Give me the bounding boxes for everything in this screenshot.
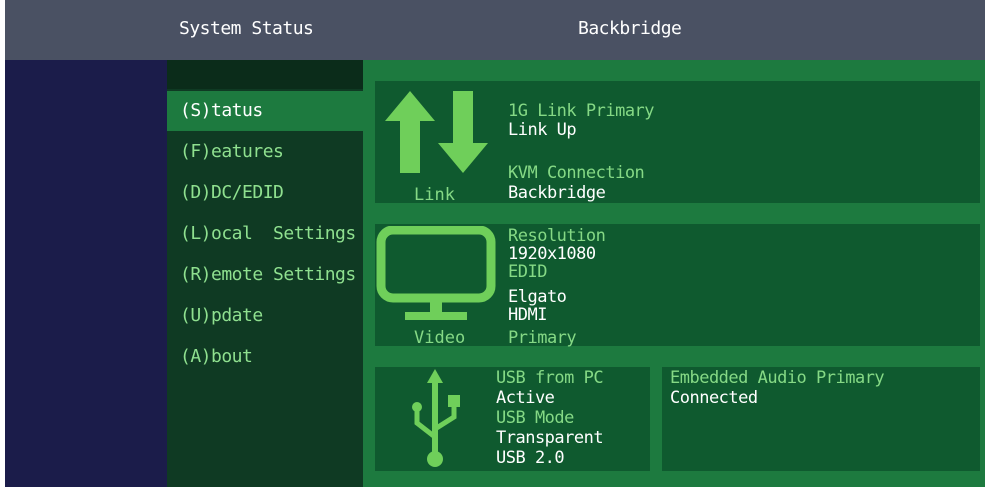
edid-port-value: HDMI (508, 305, 547, 325)
sidebar-item-features[interactable]: (F)eatures (167, 132, 363, 172)
sidebar-item-remote-settings[interactable]: (R)emote Settings (167, 255, 363, 295)
kvm-connection-value: Backbridge (508, 183, 606, 203)
sidebar-item-update[interactable]: (U)pdate (167, 296, 363, 336)
sidebar-item-status[interactable]: (S)tatus (167, 91, 363, 131)
edid-vendor-value: Elgato (508, 287, 567, 307)
embedded-audio-value: Connected (670, 388, 758, 408)
monitor-icon (376, 226, 496, 320)
sidebar-item-ddc-edid[interactable]: (D)DC/EDID (167, 173, 363, 213)
kvm-connection-label: KVM Connection (508, 163, 645, 183)
link-primary-label: 1G Link Primary (508, 101, 655, 121)
usb-version-value: USB 2.0 (496, 448, 565, 468)
device-name: Backbridge (578, 18, 682, 39)
usb-from-pc-value: Active (496, 388, 555, 408)
usb-panel: USB from PC Active USB Mode Transparent … (375, 367, 650, 471)
resolution-value: 1920x1080 (508, 244, 596, 264)
sidebar-item-about[interactable]: (A)bout (167, 337, 363, 377)
usb-from-pc-label: USB from PC (496, 368, 604, 388)
audio-panel: Embedded Audio Primary Connected (662, 367, 980, 471)
edid-source-value: Primary (508, 328, 577, 348)
sidebar-menu: (S)tatus (F)eatures (D)DC/EDID (L)ocal S… (167, 60, 363, 487)
edid-label: EDID (508, 262, 547, 282)
status-content: Link 1G Link Primary Link Up KVM Connect… (363, 60, 985, 487)
up-down-arrows-icon (385, 91, 488, 173)
sidebar-header-strip (167, 60, 363, 89)
embedded-audio-label: Embedded Audio Primary (670, 368, 885, 388)
video-panel: Video Resolution 1920x1080 EDID Elgato H… (375, 224, 980, 348)
link-caption: Link (414, 185, 455, 205)
link-panel: Link 1G Link Primary Link Up KVM Connect… (375, 81, 980, 205)
page-title: System Status (179, 18, 314, 39)
usb-mode-label: USB Mode (496, 408, 574, 428)
video-caption: Video (414, 328, 466, 348)
usb-icon (412, 369, 460, 467)
link-primary-value: Link Up (508, 120, 577, 140)
usb-mode-value: Transparent (496, 428, 604, 448)
resolution-label: Resolution (508, 226, 606, 246)
header-bar: System Status Backbridge (5, 0, 985, 60)
sidebar-item-local-settings[interactable]: (L)ocal Settings (167, 214, 363, 254)
